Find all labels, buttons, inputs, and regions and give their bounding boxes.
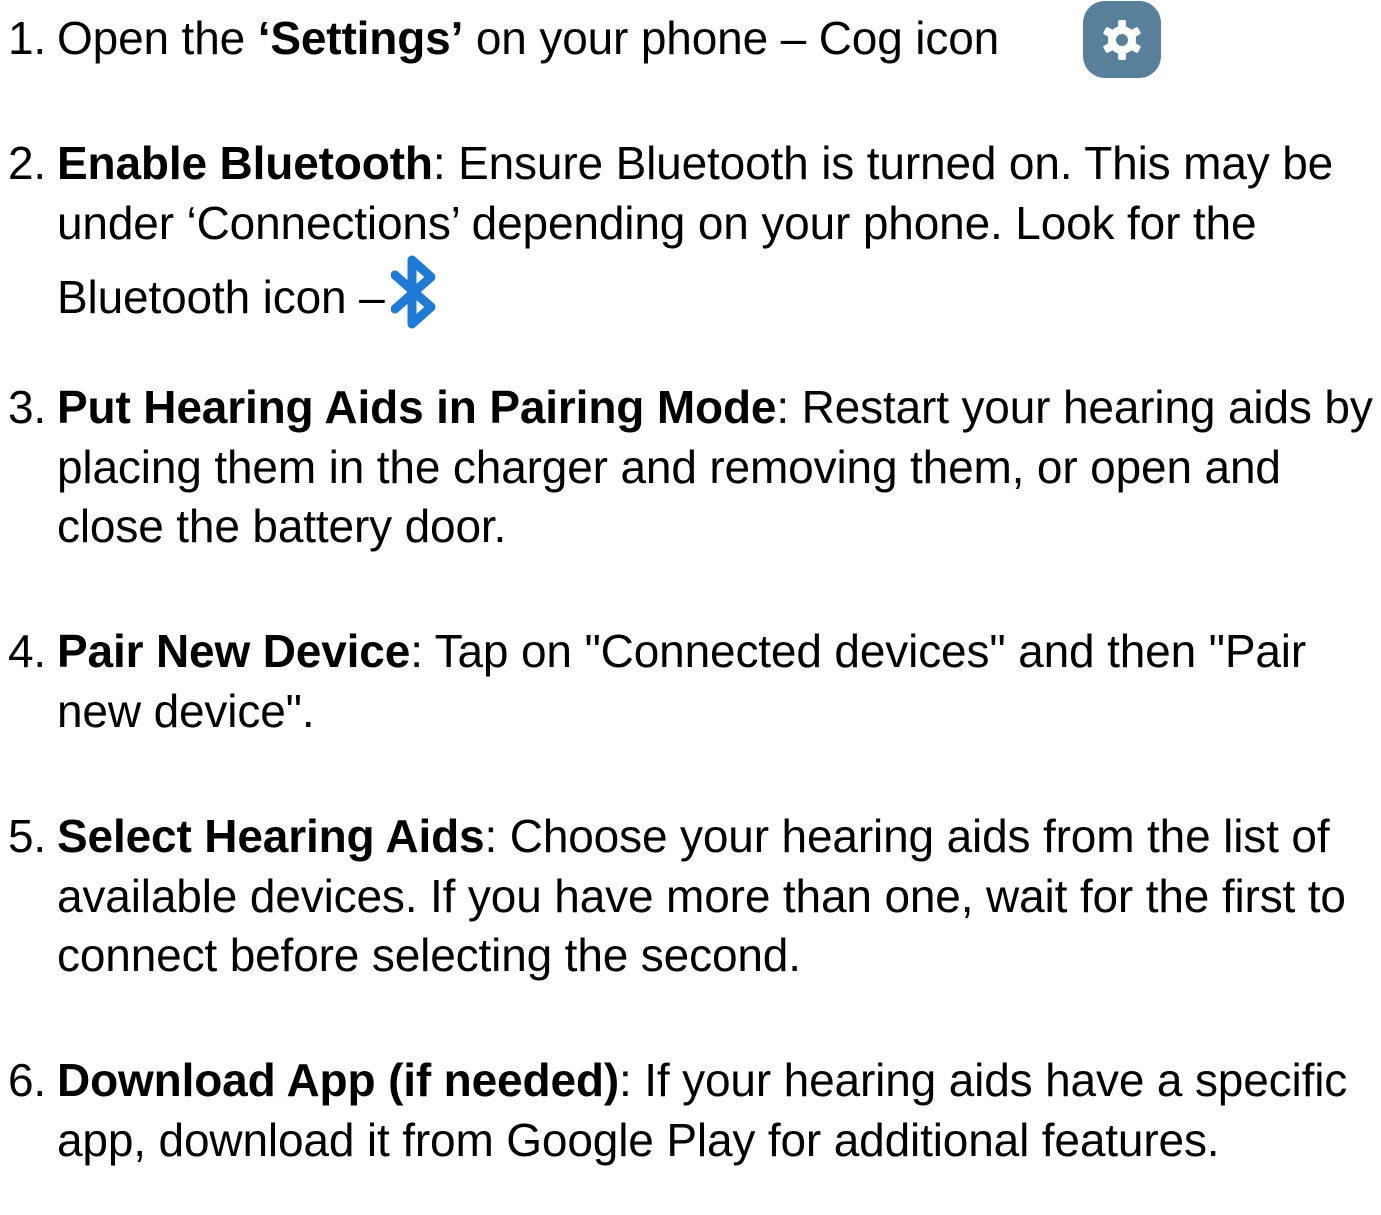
step-number: 2. xyxy=(8,137,47,189)
step-number: 5. xyxy=(8,810,47,862)
step-6: 6. Download App (if needed): If your hea… xyxy=(8,1051,1381,1170)
step-title: Download App (if needed) xyxy=(57,1054,619,1106)
step-title: ‘Settings’ xyxy=(257,12,464,64)
step-description: on your phone – Cog icon xyxy=(463,12,1000,64)
step-number: 3. xyxy=(8,381,47,433)
step-5: 5. Select Hearing Aids: Choose your hear… xyxy=(8,807,1381,986)
step-intro: Open the xyxy=(57,12,258,64)
step-number: 4. xyxy=(8,625,47,677)
step-text: Open the ‘Settings’ on your phone – Cog … xyxy=(57,9,1381,69)
step-text: Pair New Device: Tap on "Connected devic… xyxy=(57,622,1381,741)
step-title: Put Hearing Aids in Pairing Mode xyxy=(57,381,777,433)
settings-app-icon xyxy=(1083,1,1161,78)
step-text: Enable Bluetooth: Ensure Bluetooth is tu… xyxy=(57,134,1381,331)
step-text: Select Hearing Aids: Choose your hearing… xyxy=(57,807,1381,986)
step-title: Select Hearing Aids xyxy=(57,810,485,862)
bluetooth-icon xyxy=(390,255,436,329)
gear-icon xyxy=(1103,19,1141,60)
step-title: Enable Bluetooth xyxy=(57,137,433,189)
step-3: 3. Put Hearing Aids in Pairing Mode: Res… xyxy=(8,378,1381,557)
step-title: Pair New Device xyxy=(57,625,411,677)
step-number: 1. xyxy=(8,12,47,64)
step-4: 4. Pair New Device: Tap on "Connected de… xyxy=(8,622,1381,741)
step-text: Download App (if needed): If your hearin… xyxy=(57,1051,1381,1170)
step-1: 1. Open the ‘Settings’ on your phone – C… xyxy=(8,9,1381,69)
step-text: Put Hearing Aids in Pairing Mode: Restar… xyxy=(57,378,1381,557)
step-number: 6. xyxy=(8,1054,47,1106)
step-2: 2. Enable Bluetooth: Ensure Bluetooth is… xyxy=(8,134,1381,331)
